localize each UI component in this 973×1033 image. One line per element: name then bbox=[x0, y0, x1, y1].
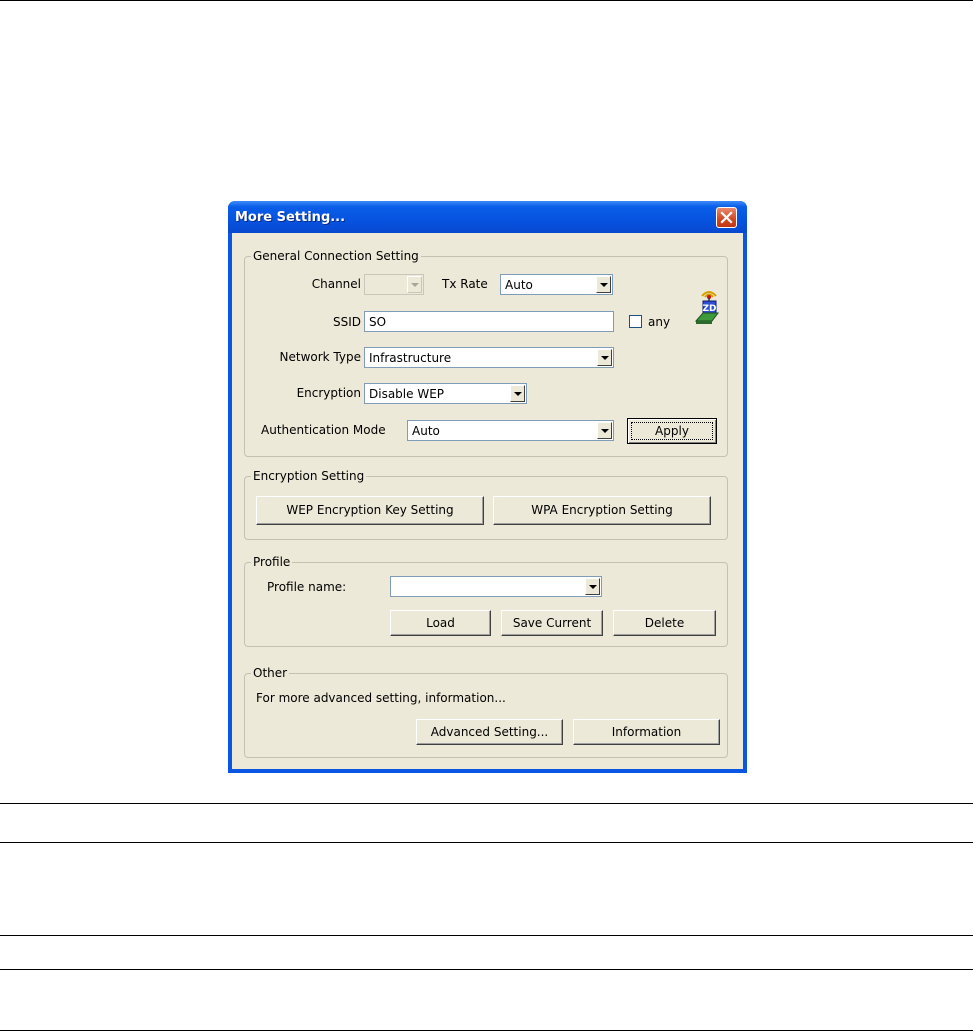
window-title: More Setting... bbox=[235, 210, 346, 225]
channel-select[interactable] bbox=[364, 274, 424, 295]
advanced-setting-button-label: Advanced Setting... bbox=[430, 725, 549, 739]
encryption-select[interactable]: Disable WEP bbox=[364, 383, 527, 404]
rule-4 bbox=[0, 969, 973, 970]
close-icon bbox=[720, 211, 733, 224]
any-label: any bbox=[648, 315, 671, 329]
txrate-select[interactable]: Auto bbox=[500, 274, 613, 295]
delete-button-label: Delete bbox=[644, 616, 685, 630]
encryption-label: Encryption bbox=[296, 386, 361, 400]
close-button[interactable] bbox=[716, 207, 737, 228]
information-button[interactable]: Information bbox=[573, 719, 720, 745]
more-setting-dialog: More Setting... General Connection Setti… bbox=[228, 201, 747, 773]
profile-name-select[interactable] bbox=[390, 576, 602, 597]
chevron-down-icon[interactable] bbox=[596, 276, 611, 293]
delete-button[interactable]: Delete bbox=[613, 610, 716, 636]
advanced-setting-button[interactable]: Advanced Setting... bbox=[416, 719, 563, 745]
rule-1 bbox=[0, 803, 973, 804]
other-description: For more advanced setting, information..… bbox=[256, 691, 506, 705]
load-button[interactable]: Load bbox=[390, 610, 491, 636]
other-group: Other For more advanced setting, informa… bbox=[244, 666, 728, 758]
chevron-down-icon[interactable] bbox=[597, 349, 612, 366]
wep-encryption-key-button[interactable]: WEP Encryption Key Setting bbox=[256, 496, 484, 525]
profile-group: Profile Profile name: Load Save Current … bbox=[244, 555, 728, 647]
rule-5 bbox=[0, 1030, 973, 1031]
dialog-client-area: General Connection Setting Channel Tx Ra… bbox=[232, 233, 743, 769]
auth-mode-value: Auto bbox=[412, 424, 440, 438]
top-rule bbox=[0, 0, 973, 1]
txrate-value: Auto bbox=[505, 278, 533, 292]
profile-legend: Profile bbox=[251, 555, 293, 569]
auth-mode-label: Authentication Mode bbox=[261, 423, 386, 437]
any-checkbox[interactable] bbox=[629, 315, 642, 328]
network-type-value: Infrastructure bbox=[369, 351, 452, 365]
auth-mode-select[interactable]: Auto bbox=[407, 420, 614, 441]
chevron-down-icon[interactable] bbox=[407, 276, 422, 293]
other-legend: Other bbox=[251, 666, 290, 680]
apply-button[interactable]: Apply bbox=[627, 418, 717, 444]
ssid-value: SO bbox=[369, 315, 387, 329]
zd-wireless-logo-icon: ZD bbox=[694, 291, 719, 324]
network-type-select[interactable]: Infrastructure bbox=[364, 347, 614, 368]
wep-button-label: WEP Encryption Key Setting bbox=[286, 503, 454, 517]
network-type-label: Network Type bbox=[279, 350, 361, 364]
chevron-down-icon[interactable] bbox=[510, 385, 525, 402]
information-button-label: Information bbox=[611, 725, 682, 739]
apply-button-label: Apply bbox=[655, 424, 689, 438]
channel-label: Channel bbox=[311, 277, 361, 291]
load-button-label: Load bbox=[426, 616, 455, 630]
title-bar[interactable]: More Setting... bbox=[228, 201, 747, 233]
wpa-encryption-button[interactable]: WPA Encryption Setting bbox=[493, 496, 711, 525]
save-current-button[interactable]: Save Current bbox=[501, 610, 603, 636]
rule-2 bbox=[0, 842, 973, 843]
save-current-button-label: Save Current bbox=[512, 616, 592, 630]
ssid-input[interactable]: SO bbox=[364, 311, 614, 332]
encryption-setting-legend: Encryption Setting bbox=[251, 469, 367, 483]
ssid-label: SSID bbox=[332, 315, 361, 329]
chevron-down-icon[interactable] bbox=[585, 578, 600, 595]
rule-3 bbox=[0, 935, 973, 936]
chevron-down-icon[interactable] bbox=[597, 422, 612, 439]
encryption-value: Disable WEP bbox=[369, 387, 445, 401]
general-connection-group: General Connection Setting Channel Tx Ra… bbox=[244, 249, 728, 457]
encryption-setting-group: Encryption Setting WEP Encryption Key Se… bbox=[244, 469, 728, 540]
general-connection-legend: General Connection Setting bbox=[251, 249, 421, 263]
wpa-button-label: WPA Encryption Setting bbox=[531, 503, 673, 517]
profile-name-label: Profile name: bbox=[267, 580, 347, 594]
txrate-label: Tx Rate bbox=[442, 277, 488, 291]
